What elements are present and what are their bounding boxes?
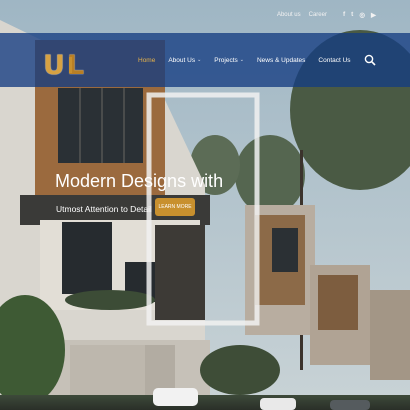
chevron-down-icon: ⌄ <box>239 57 244 63</box>
instagram-icon[interactable]: ◎ <box>359 11 365 19</box>
nav-item-home[interactable]: Home <box>138 57 155 64</box>
social-links: f t ◎ ▶ <box>343 11 376 19</box>
nav-item-about-us[interactable]: About Us ⌄ <box>168 57 201 64</box>
nav-item-label: Contact Us <box>318 56 351 64</box>
site-logo[interactable]: U L <box>43 43 84 81</box>
hero-subheading: Utmost Attention to Detail <box>56 204 152 214</box>
learn-more-button[interactable]: LEARN MORE <box>155 198 195 216</box>
search-icon[interactable] <box>364 53 376 66</box>
nav-menu: Home About Us ⌄ Projects ⌄ News & Update… <box>138 33 351 87</box>
twitter-icon[interactable]: t <box>351 11 353 19</box>
main-navbar: U L Home About Us ⌄ Projects ⌄ News & Up… <box>0 33 410 87</box>
youtube-icon[interactable]: ▶ <box>371 11 376 19</box>
nav-item-label: Projects <box>214 56 238 64</box>
nav-item-label: News & Updates <box>256 56 306 64</box>
logo-letter-u: U <box>43 50 65 81</box>
nav-item-news-updates[interactable]: News & Updates <box>257 57 305 64</box>
about-us-top-link[interactable]: About us <box>277 12 301 18</box>
top-bar: About us Career f t ◎ ▶ <box>0 0 410 30</box>
nav-item-label: About Us <box>168 56 196 64</box>
chevron-down-icon: ⌄ <box>197 57 202 63</box>
career-top-link[interactable]: Career <box>309 12 327 18</box>
nav-item-projects[interactable]: Projects ⌄ <box>214 57 244 64</box>
facebook-icon[interactable]: f <box>343 11 345 19</box>
nav-item-label: Home <box>138 56 156 64</box>
nav-item-contact-us[interactable]: Contact Us <box>318 57 350 64</box>
hero-heading: Modern Designs with <box>55 171 224 191</box>
